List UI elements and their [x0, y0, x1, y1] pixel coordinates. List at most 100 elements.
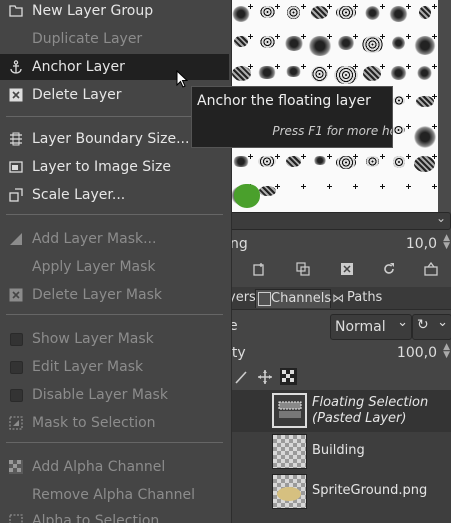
brush-thumbnail[interactable]	[286, 156, 301, 168]
mode-select[interactable]: Normal ⌄	[330, 314, 412, 340]
lock-position-icon[interactable]	[258, 370, 272, 384]
brush-marker	[405, 184, 411, 189]
boundary-size-icon	[10, 132, 22, 146]
tab-channels[interactable]: Channels	[255, 289, 331, 308]
brush-thumbnail[interactable]	[234, 36, 248, 48]
brush-thumbnail[interactable]	[334, 66, 358, 84]
brush-thumbnail[interactable]	[287, 6, 301, 20]
brush-thumbnail[interactable]	[414, 156, 436, 173]
brush-thumbnail[interactable]	[311, 6, 329, 19]
lock-pixels-icon[interactable]	[234, 370, 248, 384]
menu-item-apply-layer-mask[interactable]: Apply Layer Mask	[0, 254, 229, 280]
brush-thumbnail[interactable]	[365, 156, 380, 168]
brush-thumbnail[interactable]	[258, 156, 277, 168]
brush-thumbnail[interactable]	[283, 36, 304, 51]
brush-thumbnail[interactable]	[284, 66, 303, 78]
menu-item-label: Mask to Selection	[32, 415, 156, 431]
brush-marker	[274, 34, 280, 39]
brush-thumbnail[interactable]	[336, 6, 357, 19]
checkbox[interactable]	[10, 389, 23, 402]
layer-row[interactable]: SpriteGround.png	[228, 472, 451, 512]
brush-thumbnail[interactable]	[417, 66, 433, 81]
menu-item-label: Duplicate Layer	[32, 31, 143, 47]
spin-arrows-icon[interactable]: ▲ ▼	[443, 343, 450, 360]
brush-marker	[405, 64, 411, 69]
checkbox[interactable]	[10, 333, 23, 346]
scale-icon	[9, 188, 23, 202]
delete-brush-icon[interactable]	[340, 262, 354, 276]
brushes-scrollbar[interactable]	[438, 0, 451, 212]
menu-item-scale-layer[interactable]: Scale Layer...	[0, 182, 229, 208]
layer-name: SpriteGround.png	[312, 483, 428, 498]
brush-thumbnail[interactable]	[260, 36, 275, 48]
menu-item-add-alpha-channel[interactable]: Add Alpha Channel	[0, 454, 229, 480]
layer-row[interactable]: Floating Selection (Pasted Layer)	[228, 390, 451, 432]
brush-thumbnail[interactable]	[257, 66, 278, 80]
menu-item-layer-to-image-size[interactable]: Layer to Image Size	[0, 154, 229, 180]
menu-item-edit-layer-mask[interactable]: Edit Layer Mask	[0, 354, 229, 380]
floating-selection-icon	[278, 401, 302, 418]
brush-thumbnail[interactable]	[392, 126, 406, 134]
brush-thumbnail[interactable]	[389, 66, 408, 81]
brush-thumbnail[interactable]	[416, 96, 434, 108]
brush-thumbnail[interactable]	[232, 156, 251, 168]
brush-thumbnail[interactable]	[361, 36, 383, 53]
brush-thumbnail[interactable]	[231, 66, 251, 82]
brush-thumbnail[interactable]	[413, 36, 437, 55]
brush-thumbnail[interactable]	[311, 66, 329, 82]
brush-thumbnail[interactable]	[313, 156, 327, 166]
brush-thumbnail[interactable]	[232, 6, 251, 22]
brush-marker	[300, 184, 306, 189]
add-mask-icon	[10, 233, 22, 245]
opacity-row[interactable]: ity 100,0 ▲ ▼	[228, 343, 451, 365]
brush-thumbnail[interactable]	[363, 66, 382, 81]
lock-alpha-icon[interactable]	[280, 368, 297, 385]
refresh-icon[interactable]	[382, 262, 396, 276]
menu-item-alpha-to-selection[interactable]: Alpha to Selection	[0, 508, 229, 523]
menu-item-label: New Layer Group	[32, 3, 154, 19]
checkbox[interactable]	[10, 361, 23, 374]
brush-thumbnail[interactable]	[392, 36, 406, 50]
tab-paths[interactable]: ⋈ Paths	[331, 289, 389, 307]
menu-item-label: Layer Boundary Size...	[32, 131, 190, 147]
brush-thumbnail[interactable]	[259, 6, 275, 19]
layer-row[interactable]: Building	[228, 432, 451, 472]
brush-marker	[432, 64, 437, 69]
brush-thumbnail[interactable]	[413, 126, 436, 149]
spin-arrows-icon[interactable]: ▲ ▼	[443, 234, 450, 251]
menu-item-delete-layer-mask[interactable]: Delete Layer Mask	[0, 282, 229, 308]
pepper-brush-thumbnail[interactable]	[234, 184, 260, 208]
brush-thumbnail[interactable]	[364, 6, 380, 20]
brush-thumbnail[interactable]	[392, 156, 405, 168]
menu-item-disable-layer-mask[interactable]: Disable Layer Mask	[0, 382, 229, 408]
menu-item-add-layer-mask[interactable]: Add Layer Mask...	[0, 226, 229, 252]
new-brush-icon[interactable]	[252, 262, 266, 276]
brush-thumbnail[interactable]	[307, 36, 332, 56]
menu-item-show-layer-mask[interactable]: Show Layer Mask	[0, 326, 229, 352]
brush-thumbnail[interactable]	[336, 36, 356, 51]
brush-thumbnail[interactable]	[418, 6, 432, 20]
brush-marker	[379, 154, 385, 159]
menu-item-label: Disable Layer Mask	[32, 387, 168, 403]
brush-thumbnail[interactable]	[259, 186, 276, 197]
mode-reset-select[interactable]: ↻ ⌄	[412, 314, 451, 340]
menu-item-remove-alpha-channel[interactable]: Remove Alpha Channel	[0, 482, 229, 508]
menu-item-anchor-layer[interactable]: Anchor Layer	[0, 54, 229, 80]
spacing-row[interactable]: ng 10,0 ▲ ▼	[228, 234, 451, 256]
duplicate-brush-icon[interactable]	[296, 262, 310, 276]
brush-thumbnail[interactable]	[336, 156, 356, 169]
brush-marker	[300, 154, 306, 159]
paths-icon: ⋈	[332, 291, 344, 305]
spacing-value: 10,0	[405, 236, 437, 252]
menu-item-duplicate-layer[interactable]: Duplicate Layer	[0, 26, 229, 52]
brush-thumbnail[interactable]	[389, 6, 408, 22]
brush-marker	[300, 64, 306, 69]
menu-item-mask-to-selection[interactable]: Mask to Selection	[0, 410, 229, 436]
open-as-image-icon[interactable]	[424, 262, 438, 276]
brush-marker	[327, 154, 332, 159]
brush-thumbnail[interactable]	[392, 96, 405, 106]
menu-item-label: Scale Layer...	[32, 187, 126, 203]
menu-item-new-layer-group[interactable]: New Layer Group	[0, 0, 229, 24]
brush-options-bar[interactable]: ⌄	[228, 211, 451, 230]
menu-item-label: Alpha to Selection	[32, 513, 160, 523]
